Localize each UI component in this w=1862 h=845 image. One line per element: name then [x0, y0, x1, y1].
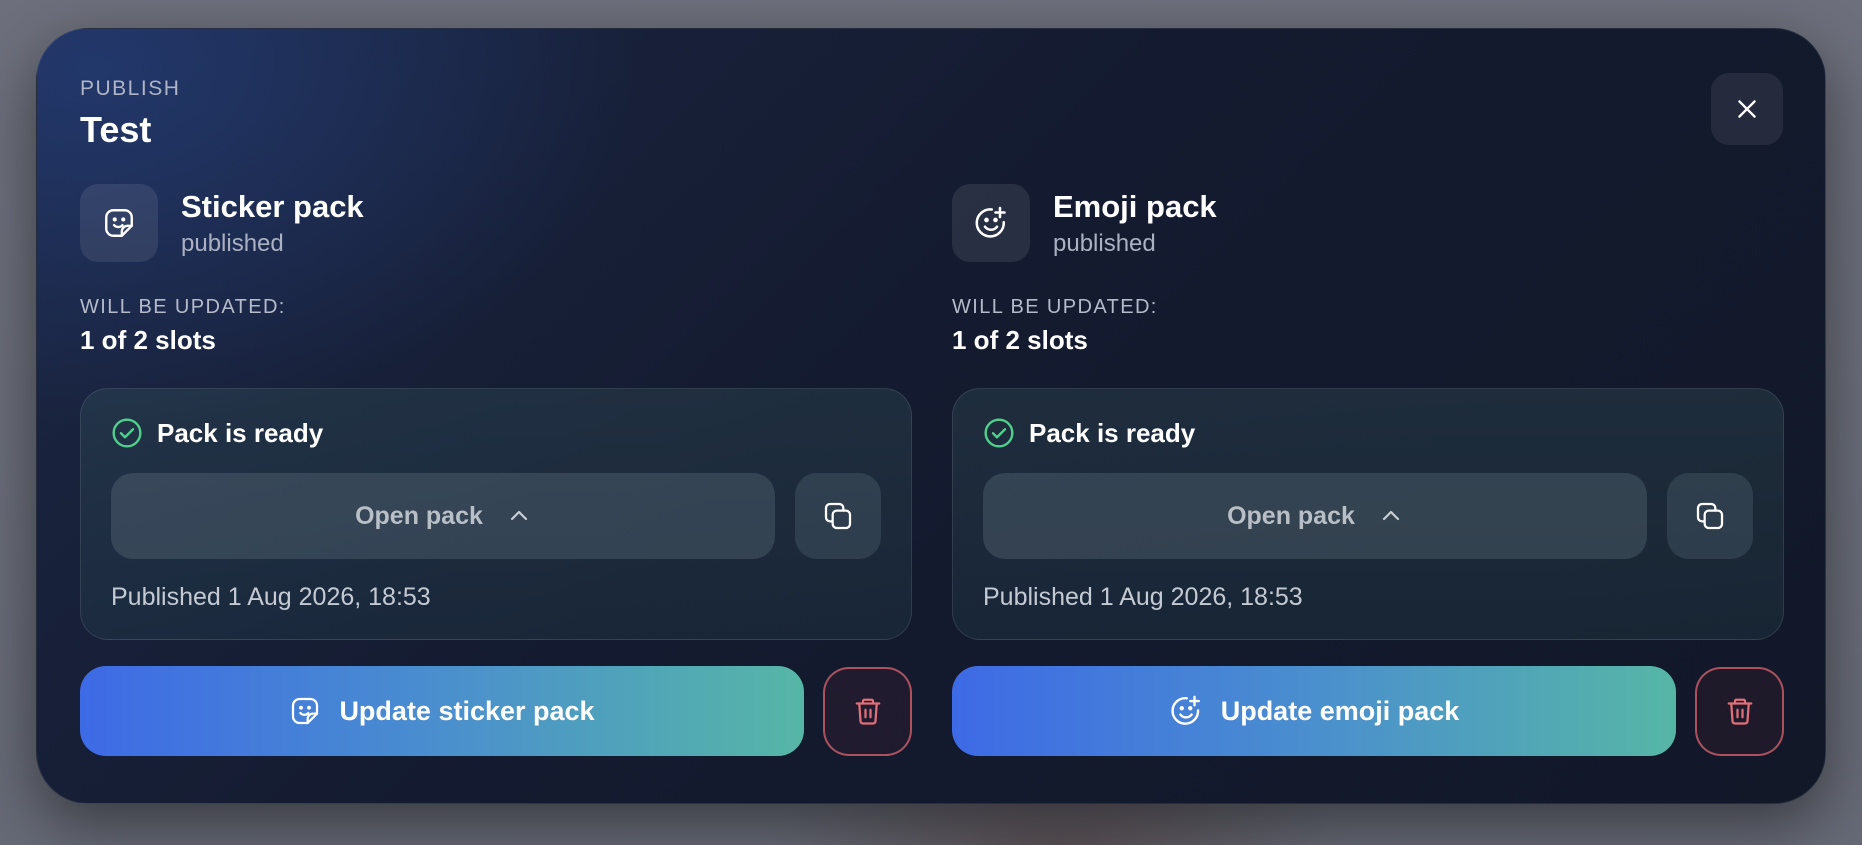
pack-ready-card: Pack is ready Open pack Published 1 Aug … — [952, 388, 1784, 640]
delete-sticker-pack-button[interactable] — [823, 666, 912, 756]
action-row: Update sticker pack — [80, 666, 912, 756]
published-date: Published 1 Aug 2026, 18:53 — [983, 583, 1303, 611]
pack-status: published — [1053, 229, 1156, 257]
emoji-pack-section: Emoji pack published WILL BE UPDATED: 1 … — [952, 183, 1784, 756]
ready-text: Pack is ready — [1029, 417, 1196, 448]
delete-emoji-pack-button[interactable] — [1695, 666, 1784, 756]
pack-name: Sticker pack — [181, 188, 364, 224]
published-date: Published 1 Aug 2026, 18:53 — [111, 583, 431, 611]
will-be-updated-label: WILL BE UPDATED: — [952, 296, 1158, 318]
ready-status: Pack is ready — [983, 417, 1195, 449]
pack-header: Sticker pack published — [80, 183, 912, 263]
update-button-label: Update sticker pack — [339, 695, 595, 726]
update-emoji-pack-button[interactable]: Update emoji pack — [952, 666, 1676, 756]
copy-link-button[interactable] — [1667, 473, 1753, 559]
pack-icon-tile — [80, 184, 158, 262]
open-pack-button[interactable]: Open pack — [111, 473, 775, 559]
check-circle-icon — [112, 418, 142, 448]
pack-text: Sticker pack published — [181, 189, 364, 258]
pack-header: Emoji pack published — [952, 183, 1784, 263]
sticker-icon — [105, 209, 133, 237]
ready-text: Pack is ready — [157, 417, 324, 448]
chevron-up-icon — [507, 504, 531, 528]
will-be-updated-value: 1 of 2 slots — [952, 325, 1088, 355]
update-button-label: Update emoji pack — [1220, 695, 1460, 726]
check-circle-icon — [984, 418, 1014, 448]
copy-icon — [824, 502, 852, 530]
emoji-add-icon — [1171, 695, 1200, 725]
open-pack-button[interactable]: Open pack — [983, 473, 1647, 559]
copy-link-button[interactable] — [795, 473, 881, 559]
update-sticker-pack-button[interactable]: Update sticker pack — [80, 666, 804, 756]
publish-dialog: PUBLISH Test Sticker pack published WILL… — [36, 28, 1826, 804]
action-row: Update emoji pack — [952, 666, 1784, 756]
pack-name: Emoji pack — [1053, 188, 1217, 224]
close-button[interactable] — [1711, 73, 1783, 145]
pack-ready-card: Pack is ready Open pack Published 1 Aug … — [80, 388, 912, 640]
close-icon — [1738, 100, 1756, 118]
will-be-updated-label: WILL BE UPDATED: — [80, 296, 286, 318]
sticker-pack-section: Sticker pack published WILL BE UPDATED: … — [80, 183, 912, 756]
pack-text: Emoji pack published — [1053, 189, 1217, 258]
trash-icon — [1727, 698, 1752, 725]
chevron-up-icon — [1379, 504, 1403, 528]
trash-icon — [855, 698, 880, 725]
emoji-add-icon — [975, 206, 1006, 238]
will-be-updated-value: 1 of 2 slots — [80, 325, 216, 355]
ready-status: Pack is ready — [111, 417, 323, 449]
pack-status: published — [181, 229, 284, 257]
open-pack-label: Open pack — [355, 501, 483, 530]
dialog-title: Test — [80, 109, 152, 150]
sticker-icon — [292, 697, 319, 725]
pack-icon-tile — [952, 184, 1030, 262]
open-pack-label: Open pack — [1227, 501, 1355, 530]
dialog-eyebrow: PUBLISH — [80, 77, 181, 100]
copy-icon — [1696, 502, 1724, 530]
